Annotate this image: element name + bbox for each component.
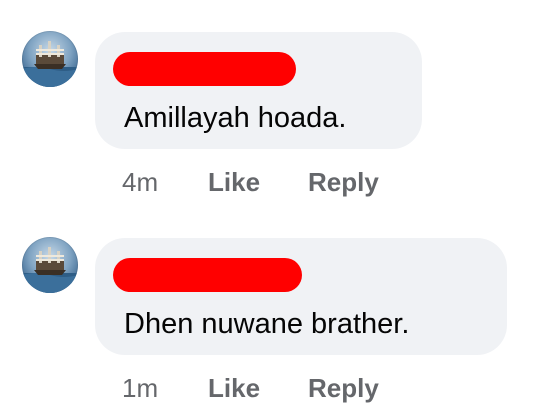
reply-button[interactable]: Reply xyxy=(308,164,379,200)
ship-avatar-icon xyxy=(22,41,78,87)
avatar[interactable] xyxy=(22,237,78,293)
comment-bubble: Amillayah hoada. xyxy=(95,32,422,149)
like-button[interactable]: Like xyxy=(208,164,260,200)
redacted-author-name xyxy=(113,258,302,292)
comment-text: Dhen nuwane brather. xyxy=(124,308,410,340)
ship-avatar-icon xyxy=(22,247,78,293)
comment-text: Amillayah hoada. xyxy=(124,102,347,134)
redacted-author-name xyxy=(113,52,296,86)
like-button[interactable]: Like xyxy=(208,370,260,406)
comment-timestamp[interactable]: 4m xyxy=(122,164,158,200)
comment-timestamp[interactable]: 1m xyxy=(122,370,158,406)
avatar[interactable] xyxy=(22,31,78,87)
reply-button[interactable]: Reply xyxy=(308,370,379,406)
comment-bubble: Dhen nuwane brather. xyxy=(95,238,507,355)
